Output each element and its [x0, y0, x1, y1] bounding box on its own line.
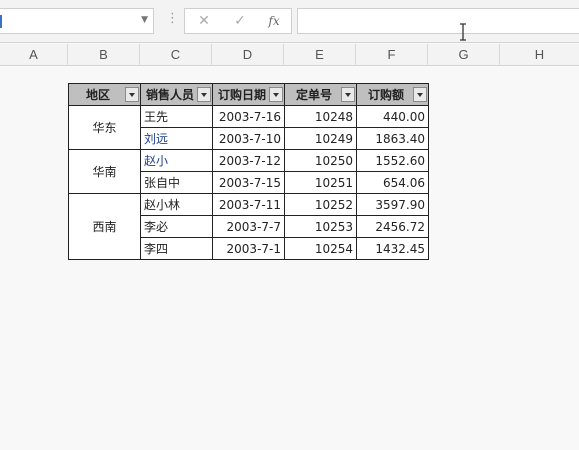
drag-handle-icon[interactable]: ⋮: [166, 11, 180, 26]
column-header-h[interactable]: H: [500, 44, 579, 66]
column-header-f[interactable]: F: [356, 44, 428, 66]
order-number-cell[interactable]: 10249: [284, 127, 357, 150]
order-number-cell[interactable]: 10250: [284, 149, 357, 172]
order-date-cell[interactable]: 2003-7-10: [212, 127, 285, 150]
name-box[interactable]: ▼: [0, 8, 154, 34]
table-row: 华东 王先 2003-7-16 10248 440.00: [68, 105, 429, 150]
header-order-date[interactable]: 订购日期: [212, 83, 285, 106]
chevron-down-icon[interactable]: ▼: [141, 15, 148, 25]
column-header-row: A B C D E F G H: [0, 44, 579, 66]
region-cell[interactable]: 华南: [68, 149, 141, 194]
order-date-cell[interactable]: 2003-7-11: [212, 193, 285, 216]
order-date-cell[interactable]: 2003-7-7: [212, 215, 285, 238]
order-number-cell[interactable]: 10251: [284, 171, 357, 194]
salesperson-cell[interactable]: 赵小林: [140, 193, 213, 216]
order-amount-cell[interactable]: 1863.40: [356, 127, 429, 150]
formula-input[interactable]: [297, 8, 579, 34]
table-header-row: 地区 销售人员 订购日期 定单号 订购额: [68, 83, 429, 106]
order-date-cell[interactable]: 2003-7-16: [212, 105, 285, 128]
header-order-number[interactable]: 定单号: [284, 83, 357, 106]
order-number-cell[interactable]: 10254: [284, 237, 357, 260]
filter-dropdown-icon[interactable]: [341, 87, 355, 102]
filter-dropdown-icon[interactable]: [269, 87, 283, 102]
order-date-cell[interactable]: 2003-7-15: [212, 171, 285, 194]
order-amount-cell[interactable]: 440.00: [356, 105, 429, 128]
order-amount-cell[interactable]: 2456.72: [356, 215, 429, 238]
order-amount-cell[interactable]: 3597.90: [356, 193, 429, 216]
order-number-cell[interactable]: 10253: [284, 215, 357, 238]
column-header-c[interactable]: C: [140, 44, 212, 66]
salesperson-cell[interactable]: 李必: [140, 215, 213, 238]
table-row: 华南 赵小 2003-7-12 10250 1552.60: [68, 149, 429, 194]
order-amount-cell[interactable]: 1552.60: [356, 149, 429, 172]
formula-buttons: ✕ ✓ fx: [184, 8, 292, 34]
fx-icon[interactable]: fx: [263, 11, 285, 31]
salesperson-cell[interactable]: 李四: [140, 237, 213, 260]
cancel-icon[interactable]: ✕: [193, 11, 215, 31]
order-number-cell[interactable]: 10248: [284, 105, 357, 128]
namebox-caret: [0, 15, 2, 28]
sheet-grid[interactable]: 地区 销售人员 订购日期 定单号 订购额 华东 王先 2003-7-16 102…: [0, 67, 579, 450]
order-amount-cell[interactable]: 1432.45: [356, 237, 429, 260]
salesperson-cell[interactable]: 张自中: [140, 171, 213, 194]
formula-bar-row: ▼ ⋮ ✕ ✓ fx: [0, 0, 579, 43]
filter-dropdown-icon[interactable]: [413, 87, 427, 102]
table-row: 西南 赵小林 2003-7-11 10252 3597.90: [68, 193, 429, 260]
text-cursor-icon: [460, 23, 466, 41]
salesperson-cell[interactable]: 赵小: [140, 149, 213, 172]
column-header-d[interactable]: D: [212, 44, 284, 66]
filter-dropdown-icon[interactable]: [197, 87, 211, 102]
header-salesperson[interactable]: 销售人员: [140, 83, 213, 106]
column-header-e[interactable]: E: [284, 44, 356, 66]
header-region[interactable]: 地区: [68, 83, 141, 106]
order-date-cell[interactable]: 2003-7-1: [212, 237, 285, 260]
column-header-g[interactable]: G: [428, 44, 500, 66]
salesperson-cell[interactable]: 王先: [140, 105, 213, 128]
order-date-cell[interactable]: 2003-7-12: [212, 149, 285, 172]
data-table: 地区 销售人员 订购日期 定单号 订购额 华东 王先 2003-7-16 102…: [68, 83, 429, 260]
salesperson-cell[interactable]: 刘远: [140, 127, 213, 150]
region-cell[interactable]: 华东: [68, 105, 141, 150]
header-order-amount[interactable]: 订购额: [356, 83, 429, 106]
order-number-cell[interactable]: 10252: [284, 193, 357, 216]
column-header-a[interactable]: A: [0, 44, 68, 66]
filter-dropdown-icon[interactable]: [125, 87, 139, 102]
column-header-b[interactable]: B: [68, 44, 140, 66]
order-amount-cell[interactable]: 654.06: [356, 171, 429, 194]
enter-icon[interactable]: ✓: [229, 11, 251, 31]
region-cell[interactable]: 西南: [68, 193, 141, 260]
